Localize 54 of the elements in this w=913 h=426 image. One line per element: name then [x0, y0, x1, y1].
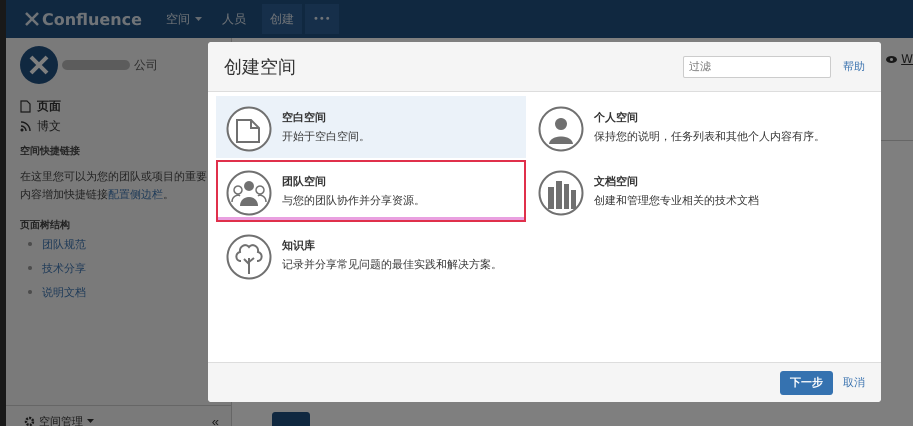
- space-type-option[interactable]: 空白空间 开始于空白空间。: [216, 96, 526, 158]
- option-title: 空白空间: [282, 110, 327, 125]
- configure-sidebar-link[interactable]: 配置侧边栏: [108, 188, 163, 201]
- next-button[interactable]: 下一步: [780, 370, 833, 394]
- option-description: 保持您的说明，任务列表和其他个人内容有序。: [594, 129, 825, 144]
- primary-button-edge[interactable]: [272, 412, 310, 426]
- rss-icon: [20, 120, 31, 132]
- nav-menu-item[interactable]: 空间: [156, 0, 212, 38]
- space-type-option[interactable]: 文档空间 创建和管理您专业相关的技术文档: [528, 160, 873, 222]
- caret-icon: [194, 17, 202, 21]
- eye-icon: [886, 56, 898, 62]
- space-tools-button[interactable]: 空间管理: [24, 414, 94, 426]
- confluence-logo[interactable]: Confluence: [24, 10, 142, 28]
- option-description: 创建和管理您专业相关的技术文档: [594, 193, 759, 208]
- page-icon: [20, 100, 31, 112]
- blank-page-icon: [226, 106, 272, 152]
- help-link[interactable]: 帮助: [843, 59, 865, 74]
- create-button[interactable]: 创建: [262, 4, 302, 34]
- caret-icon: [87, 419, 94, 423]
- cancel-link[interactable]: 取消: [843, 375, 865, 390]
- more-button[interactable]: •••: [304, 4, 339, 34]
- page-tree-link[interactable]: 说明文档: [42, 284, 86, 300]
- dialog-title: 创建空间: [224, 56, 297, 78]
- option-title: 团队空间: [282, 174, 327, 189]
- nav-label: 博文: [37, 118, 61, 134]
- nav-menu-item[interactable]: 人员: [212, 0, 256, 38]
- space-type-option[interactable]: 团队空间 与您的团队协作并分享资源。: [216, 160, 526, 222]
- option-title: 文档空间: [594, 174, 639, 189]
- option-description: 开始于空白空间。: [282, 129, 370, 144]
- collapse-button[interactable]: «: [212, 414, 219, 426]
- page-tree-link[interactable]: 团队规范: [42, 236, 86, 252]
- books-icon: [538, 170, 584, 216]
- option-title: 知识库: [282, 238, 316, 253]
- option-description: 与您的团队协作并分享资源。: [282, 193, 425, 208]
- page-tree-link[interactable]: 技术分享: [42, 260, 86, 276]
- tree-icon: [226, 234, 272, 280]
- space-avatar-icon: [20, 46, 58, 84]
- space-name[interactable]: 公司: [134, 56, 158, 74]
- filter-field[interactable]: 过滤: [683, 56, 831, 78]
- nav-label: 页面: [37, 98, 61, 114]
- space-type-option[interactable]: 个人空间 保持您的说明，任务列表和其他个人内容有序。: [528, 96, 873, 158]
- x-logo-icon: [24, 11, 40, 27]
- section-heading: 页面树结构: [20, 218, 71, 232]
- option-title: 个人空间: [594, 110, 639, 125]
- person-icon: [538, 106, 584, 152]
- bullet-icon: [28, 290, 32, 294]
- bullet-icon: [28, 266, 32, 270]
- logo-text: Confluence: [42, 10, 142, 28]
- section-heading: 空间快捷链接: [20, 144, 81, 158]
- option-description: 记录并分享常见问题的最佳实践和解决方案。: [282, 257, 502, 272]
- group-icon: [226, 170, 272, 216]
- space-type-option[interactable]: 知识库 记录并分享常见问题的最佳实践和解决方案。: [216, 224, 526, 286]
- watch-link[interactable]: W: [901, 52, 913, 66]
- bullet-icon: [28, 242, 32, 246]
